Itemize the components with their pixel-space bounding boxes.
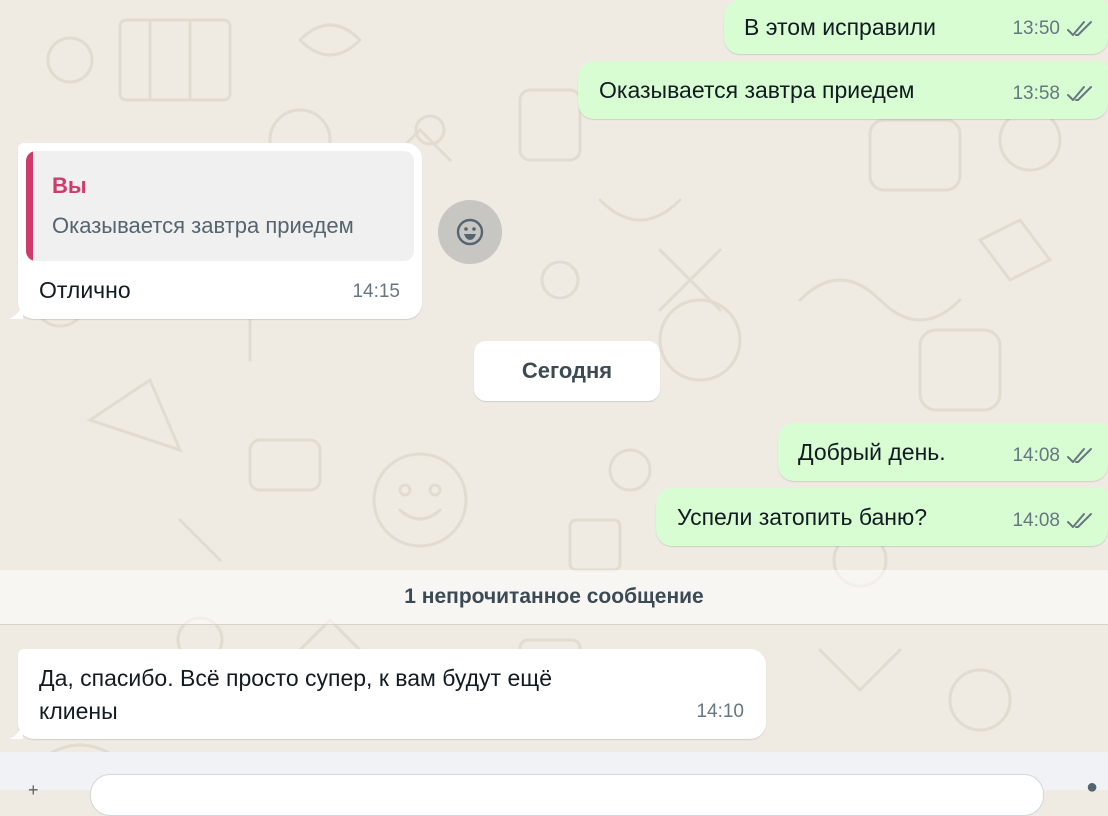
message-text: Успели затопить баню? — [677, 504, 928, 530]
message-meta: 14:15 — [352, 277, 400, 307]
microphone-icon[interactable]: ● — [1086, 776, 1098, 799]
incoming-message[interactable]: Да, спасибо. Всё просто супер, к вам буд… — [9, 649, 766, 739]
message-text: В этом исправили — [744, 14, 936, 40]
outgoing-message[interactable]: В этом исправили 13:50 — [724, 0, 1108, 54]
message-meta: 13:50 — [1012, 14, 1094, 44]
date-divider: Сегодня — [474, 341, 660, 401]
emoji-smile-icon — [456, 218, 484, 246]
unread-messages-banner: 1 непрочитанное сообщение — [0, 570, 1108, 625]
unread-banner-text: 1 непрочитанное сообщение — [404, 585, 704, 608]
message-text: Добрый день. — [798, 439, 946, 465]
bubble-tail — [9, 723, 23, 739]
quote-accent-bar — [26, 151, 33, 261]
message-meta: 14:10 — [696, 697, 744, 727]
quote-author: Вы — [52, 173, 87, 198]
message-time: 14:10 — [696, 701, 744, 722]
message-time: 13:58 — [1012, 83, 1060, 104]
incoming-message[interactable]: Вы Оказывается завтра приедем Отлично 14… — [9, 143, 422, 319]
bubble-tail — [9, 303, 23, 319]
message-meta: 13:58 — [1012, 79, 1094, 109]
double-check-icon — [1066, 85, 1094, 103]
message-composer: + ● — [0, 752, 1108, 816]
quoted-message[interactable]: Вы Оказывается завтра приедем — [26, 151, 414, 261]
message-time: 14:08 — [1012, 445, 1060, 466]
double-check-icon — [1066, 512, 1094, 530]
attach-icon[interactable]: + — [28, 780, 39, 801]
message-text-line-1: Да, спасибо. Всё просто супер, к вам буд… — [39, 665, 552, 691]
message-meta: 14:08 — [1012, 441, 1094, 471]
double-check-icon — [1066, 447, 1094, 465]
message-input[interactable] — [90, 774, 1044, 816]
message-time: 14:08 — [1012, 510, 1060, 531]
outgoing-message[interactable]: Успели затопить баню? 14:08 — [656, 488, 1108, 546]
message-text: Отлично — [39, 277, 131, 303]
outgoing-message[interactable]: Оказывается завтра приедем 13:58 — [578, 61, 1108, 119]
message-time: 13:50 — [1012, 18, 1060, 39]
outgoing-message[interactable]: Добрый день. 14:08 — [778, 423, 1108, 481]
reaction-button[interactable] — [438, 200, 502, 264]
message-text: Оказывается завтра приедем — [599, 77, 915, 103]
double-check-icon — [1066, 20, 1094, 38]
message-meta: 14:08 — [1012, 506, 1094, 536]
quote-text: Оказывается завтра приедем — [52, 213, 354, 238]
message-text-line-2: клиены — [39, 698, 118, 724]
message-time: 14:15 — [352, 281, 400, 302]
